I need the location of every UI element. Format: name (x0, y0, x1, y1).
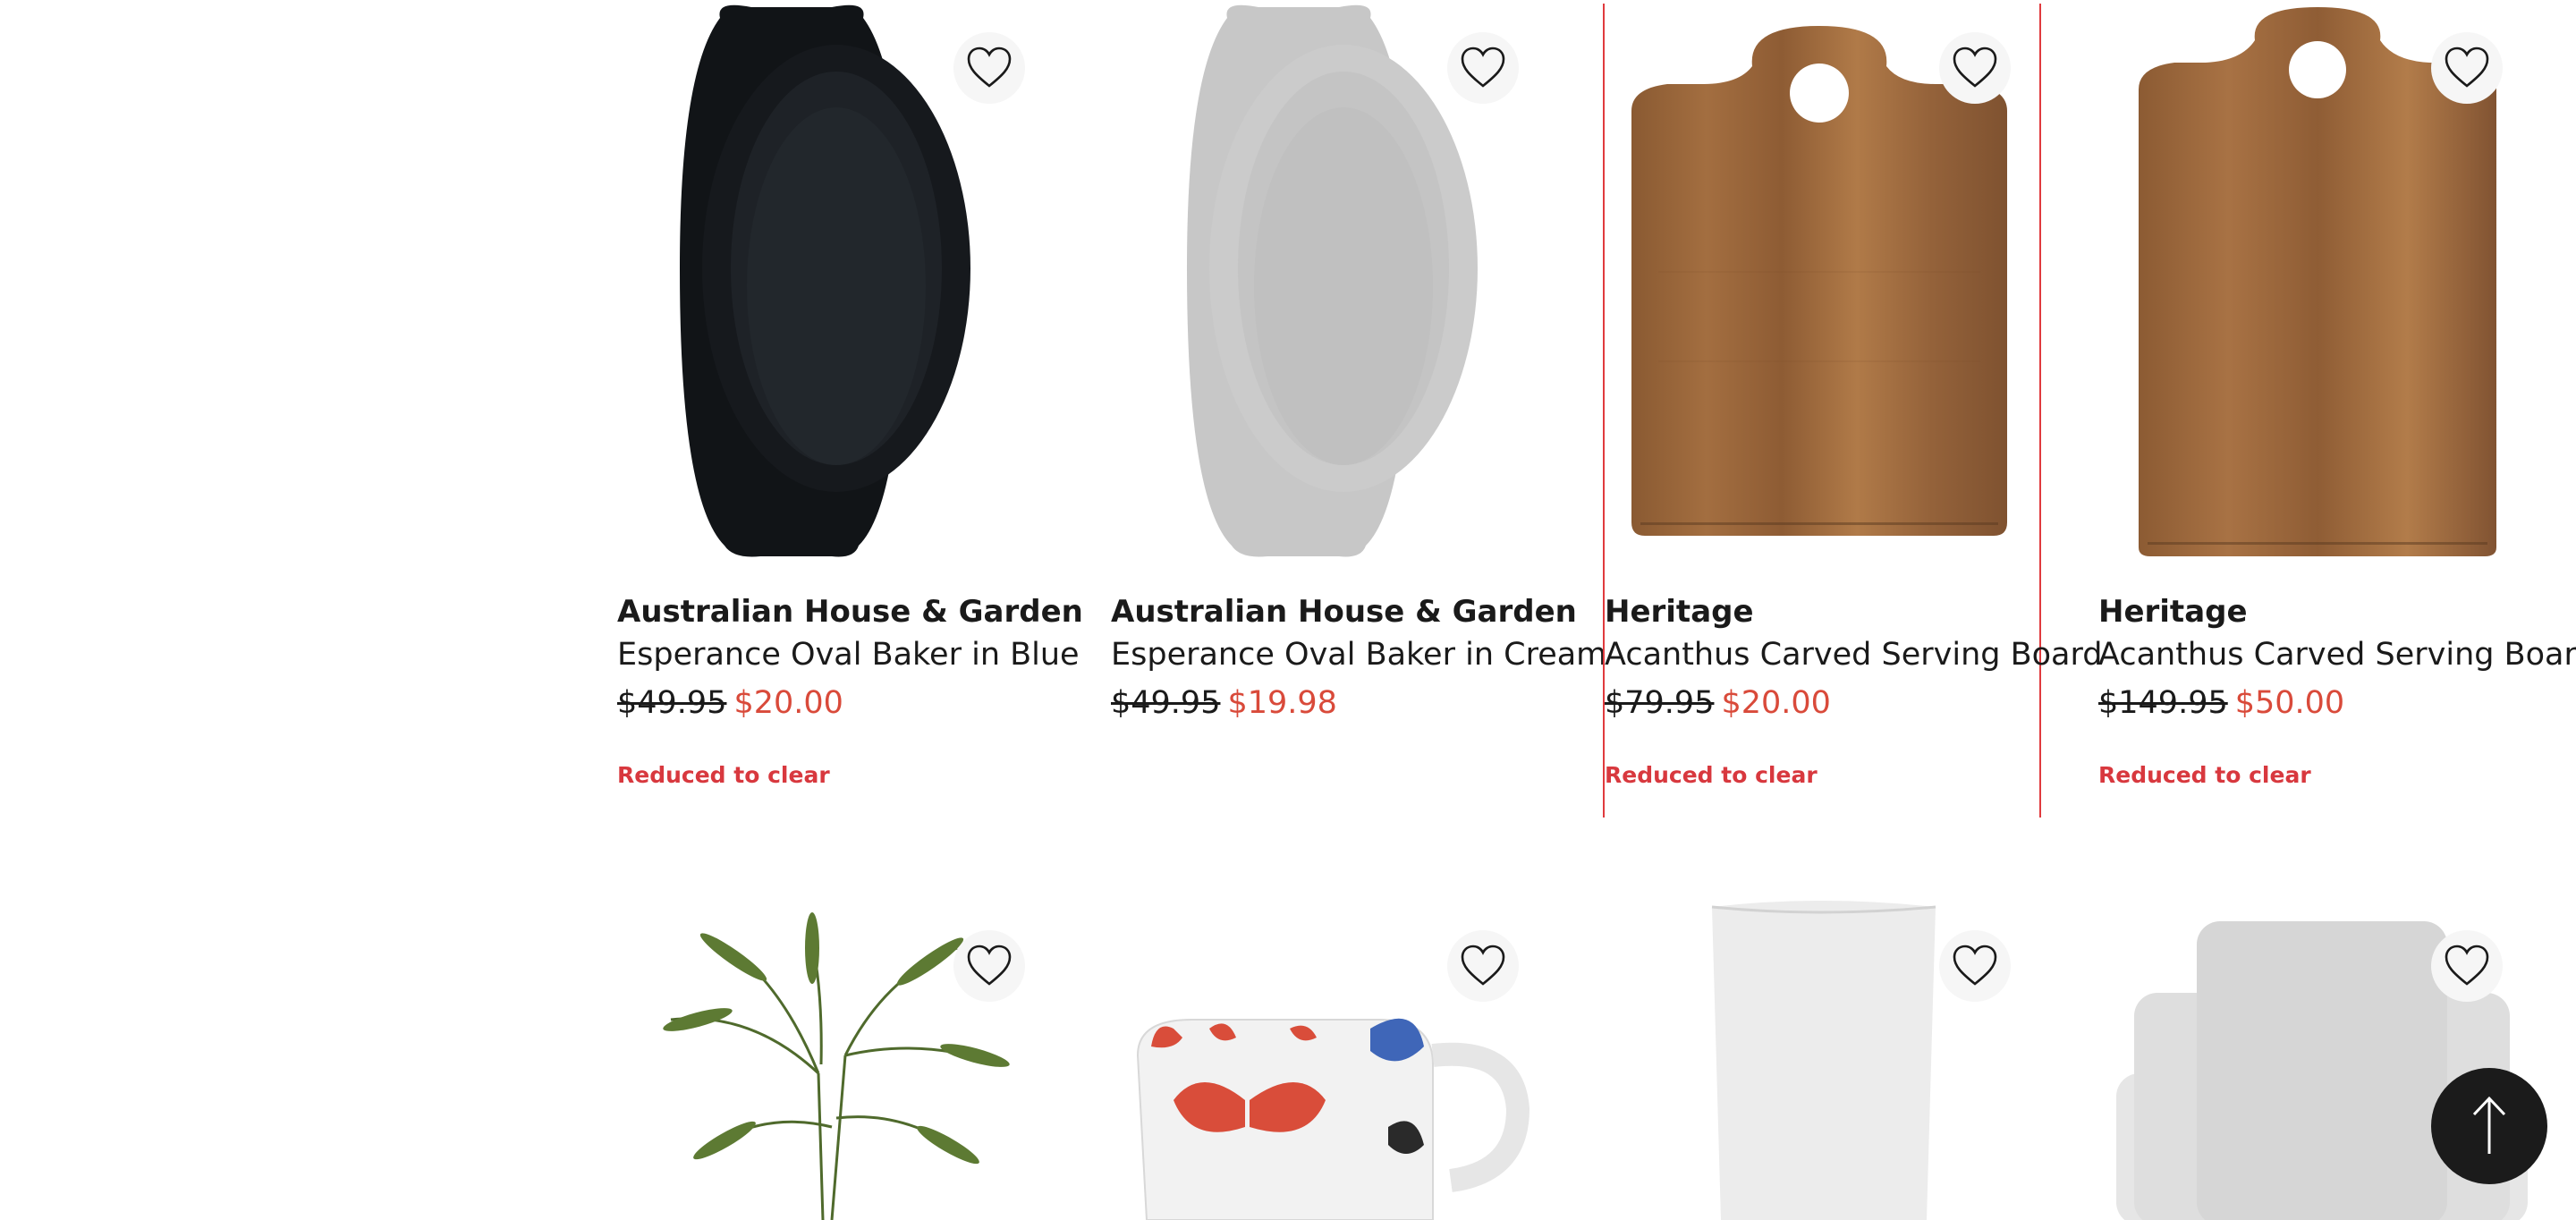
wishlist-button[interactable] (2431, 930, 2503, 1002)
product-name[interactable]: Esperance Oval Baker in Blue (617, 637, 1080, 673)
product-name[interactable]: Esperance Oval Baker in Cream (1111, 637, 1606, 673)
product-card[interactable] (1605, 894, 2043, 1220)
wishlist-button[interactable] (1939, 32, 2011, 104)
heart-outline-icon (1461, 47, 1505, 88)
heart-outline-icon (1461, 945, 1505, 986)
reduced-badge: Reduced to clear (617, 762, 830, 788)
now-price: $20.00 (1721, 685, 1831, 721)
arrow-up-icon (2472, 1096, 2506, 1154)
wishlist-button[interactable] (1447, 32, 1519, 104)
product-brand[interactable]: Australian House & Garden (617, 594, 1083, 630)
product-name[interactable]: Acanthus Carved Serving Board (1605, 637, 2102, 673)
was-price: $149.95 (2098, 685, 2228, 721)
wishlist-button[interactable] (953, 930, 1025, 1002)
heart-outline-icon (1953, 47, 1997, 88)
product-prices: $79.95 $20.00 (1605, 685, 1831, 721)
product-brand[interactable]: Australian House & Garden (1111, 594, 1577, 630)
reduced-badge: Reduced to clear (1605, 762, 1818, 788)
reduced-badge: Reduced to clear (2098, 762, 2311, 788)
wishlist-button[interactable] (1447, 930, 1519, 1002)
heart-outline-icon (1953, 945, 1997, 986)
heart-outline-icon (2445, 47, 2489, 88)
product-prices: $149.95 $50.00 (2098, 685, 2344, 721)
product-prices: $49.95 $19.98 (1111, 685, 1337, 721)
product-name[interactable]: Acanthus Carved Serving Board (2098, 637, 2576, 673)
now-price: $19.98 (1227, 685, 1337, 721)
now-price: $20.00 (733, 685, 843, 721)
product-card[interactable] (1111, 894, 1549, 1220)
product-brand[interactable]: Heritage (1605, 594, 1754, 630)
wishlist-button[interactable] (1939, 930, 2011, 1002)
scroll-to-top-button[interactable] (2431, 1068, 2547, 1184)
product-grid: Australian House & Garden Esperance Oval… (0, 0, 2576, 1220)
now-price: $50.00 (2234, 685, 2345, 721)
was-price: $49.95 (1111, 685, 1221, 721)
was-price: $79.95 (1605, 685, 1715, 721)
product-card[interactable]: Australian House & Garden Esperance Oval… (617, 0, 1083, 814)
product-brand[interactable]: Heritage (2098, 594, 2248, 630)
product-card[interactable]: Heritage Acanthus Carved Serving Board $… (1603, 4, 2102, 818)
wishlist-button[interactable] (2431, 32, 2503, 104)
heart-outline-icon (967, 47, 1012, 88)
product-card[interactable] (617, 894, 1055, 1220)
product-card[interactable]: Australian House & Garden Esperance Oval… (1111, 0, 1606, 814)
heart-outline-icon (2445, 945, 2489, 986)
product-prices: $49.95 $20.00 (617, 685, 843, 721)
heart-outline-icon (967, 945, 1012, 986)
product-card[interactable]: Heritage Acanthus Carved Serving Board $… (2098, 0, 2576, 814)
was-price: $49.95 (617, 685, 727, 721)
wishlist-button[interactable] (953, 32, 1025, 104)
